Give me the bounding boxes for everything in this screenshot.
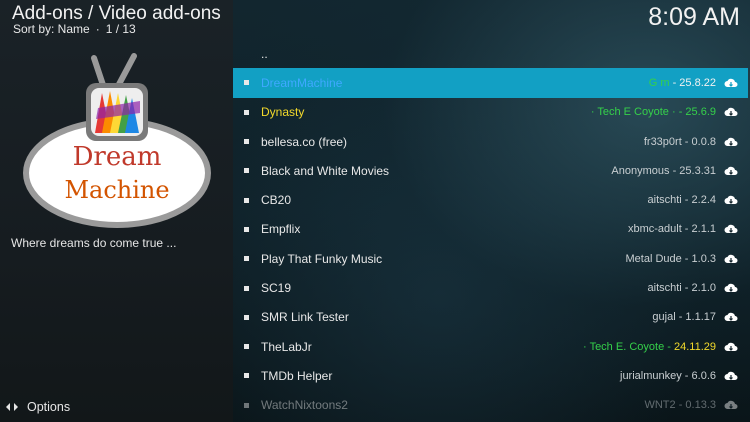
list-item-meta: · Tech E. Coyote - 24.11.29 [583,341,716,353]
cloud-download-icon [724,342,738,351]
logo-text-dream: Dream [73,142,162,172]
author-label: · Tech E. [583,340,627,353]
list-item-name: CB20 [261,193,292,208]
cloud-download-icon [724,313,738,322]
list-item-smr-link-tester[interactable]: SMR Link Tester gujal - 1.1.17 [233,303,748,332]
separator: - [667,340,671,353]
addon-list: .. DreamMachine G m - 25.8.22 Dynasty · … [233,39,748,420]
list-item-meta: Metal Dude - 1.0.3 [625,252,717,265]
list-item-meta: Anonymous - 25.3.31 [611,164,716,177]
list-item-meta: aitschti - 2.2.4 [647,194,716,207]
list-item-name: SMR Link Tester [261,310,349,325]
list-item-sc19[interactable]: SC19 aitschti - 2.1.0 [233,273,748,302]
clock: 8:09 AM [648,3,740,31]
cloud-download-icon [724,108,738,117]
cloud-download-icon [724,195,738,205]
list-item-meta: gujal - 1.1.17 [652,311,716,324]
list-item-name: TheLabJr [261,339,312,354]
cloud-download-icon [724,78,738,87]
addon-description: Where dreams do come true ... [11,236,177,250]
list-item-meta: · Tech E Coyote · - 25.6.9 [591,106,716,118]
separator: · [95,22,100,36]
list-item-play-that-funky-music[interactable]: Play That Funky Music Metal Dude - 1.0.3 [233,244,748,273]
list-item-name: SC19 [261,281,292,296]
addon-logo: Dream Machine [23,53,211,228]
cloud-download-icon [724,283,738,293]
list-item-parent[interactable]: .. [233,39,748,68]
options-button[interactable]: Options [5,400,70,414]
cloud-download-icon [724,254,738,263]
cloud-download-icon [724,400,738,410]
list-item-dreammachine[interactable]: DreamMachine G m - 25.8.22 [233,68,748,98]
cloud-download-icon [724,225,738,234]
list-item-name: Play That Funky Music [261,251,383,266]
list-item-watchnixtoons2[interactable]: WatchNixtoons2 WNT2 - 0.13.3 [233,391,748,420]
cloud-download-icon [724,166,738,175]
list-item-cb20[interactable]: CB20 aitschti - 2.2.4 [233,185,748,214]
list-item-dynasty[interactable]: Dynasty · Tech E Coyote · - 25.6.9 [233,98,748,127]
list-item-name: bellesa.co (free) [261,134,348,149]
list-item-meta: jurialmunkey - 6.0.6 [620,369,716,382]
list-item-empflix[interactable]: Empflix xbmc-adult - 2.1.1 [233,215,748,244]
list-item-meta: fr33p0rt - 0.0.8 [643,135,716,148]
list-item-name: Black and White Movies [261,163,390,178]
list-item-meta: xbmc-adult - 2.1.1 [627,223,716,236]
list-item-name: DreamMachine [261,75,343,90]
version-label: - 25.8.22 [672,76,716,89]
list-item-name: Empflix [261,222,301,237]
list-item-tmdb-helper[interactable]: TMDb Helper jurialmunkey - 6.0.6 [233,361,748,390]
list-item-meta: G m - 25.8.22 [649,77,716,89]
list-item-thelabjr[interactable]: TheLabJr · Tech E. Coyote - 24.11.29 [233,332,748,361]
cloud-download-icon [724,137,738,146]
list-item-name: TMDb Helper [261,368,333,383]
list-item-meta: aitschti - 2.1.0 [647,282,716,295]
list-item-meta: WNT2 - 0.13.3 [644,399,716,412]
sort-label: Sort by: Name [13,22,90,36]
list-item-name: Dynasty [261,105,305,120]
list-item-name: .. [261,46,268,61]
list-item-bellesa[interactable]: bellesa.co (free) fr33p0rt - 0.0.8 [233,127,748,156]
author-label: · Tech E Coyote · [590,106,676,119]
version-label: 24.11.29 [673,340,716,353]
options-arrows-icon [6,403,18,411]
author-label: Coyote [629,340,665,353]
list-item-name: WatchNixtoons2 [261,398,348,413]
list-item-black-and-white-movies[interactable]: Black and White Movies Anonymous - 25.3.… [233,156,748,185]
cloud-download-icon [724,371,738,380]
sort-info: Sort by: Name · 1 / 13 [13,22,136,36]
version-label: - 25.6.9 [678,106,716,119]
author-label: G m [648,76,670,89]
options-label: Options [27,400,71,414]
item-position: 1 / 13 [105,22,136,36]
logo-text-machine: Machine [64,176,169,204]
